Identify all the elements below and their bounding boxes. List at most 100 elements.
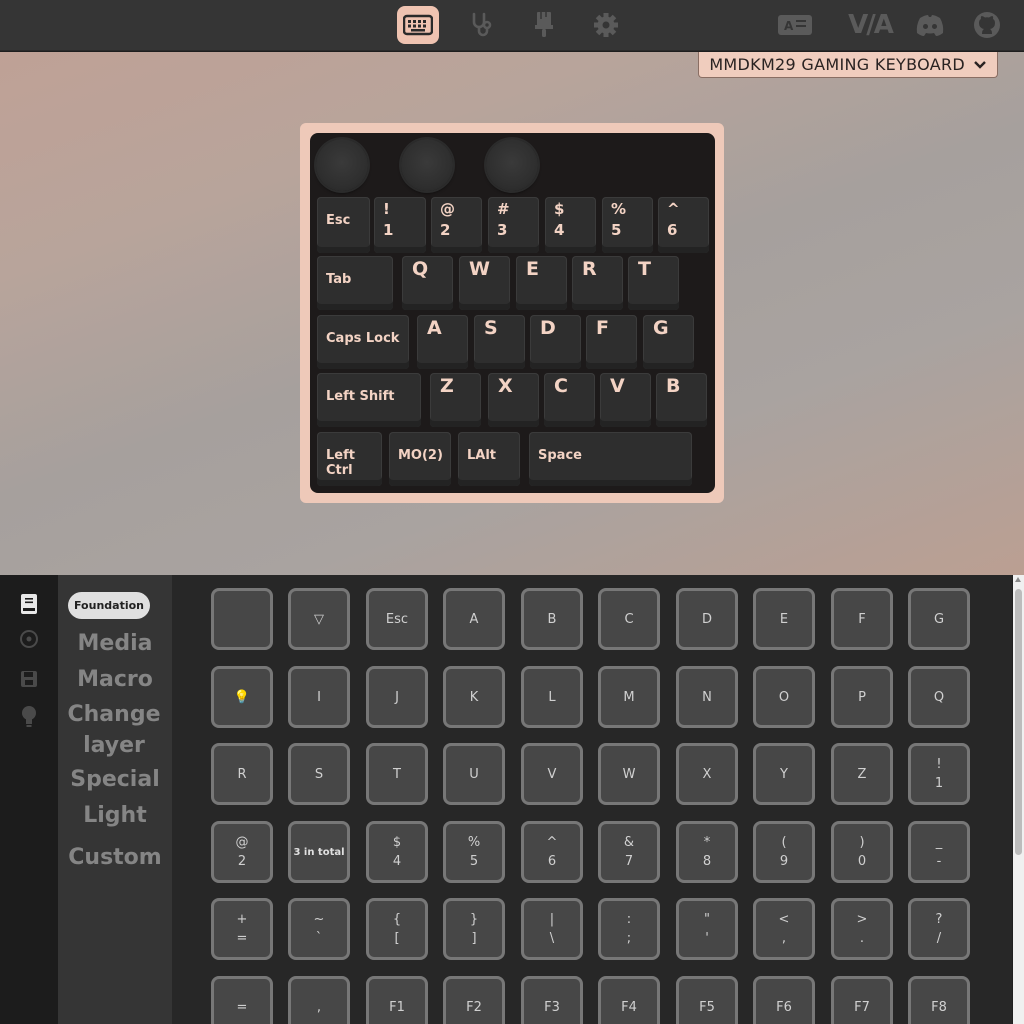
keycode-button[interactable]: P <box>831 666 893 728</box>
keycode-button[interactable]: + = <box>211 898 273 960</box>
scroll-up-arrow[interactable] <box>1015 577 1021 582</box>
keycode-button[interactable]: {[ <box>366 898 428 960</box>
keyboard-key[interactable]: Caps Lock <box>317 315 409 369</box>
keycode-button[interactable]: ▽ <box>288 588 350 650</box>
keyboard-key[interactable]: Q <box>402 256 453 310</box>
keycode-button[interactable]: ~ ` <box>288 898 350 960</box>
keyboard-key[interactable]: ^ 6 <box>658 197 709 253</box>
keycode-button[interactable]: $4 <box>366 821 428 883</box>
keycode-button[interactable]: <, <box>753 898 815 960</box>
keyboard-key[interactable]: V <box>600 373 651 427</box>
category-special[interactable]: Special <box>58 764 172 795</box>
keycode-button[interactable]: D <box>676 588 738 650</box>
save-icon[interactable] <box>17 667 41 691</box>
keycode-button[interactable]: % 5 <box>443 821 505 883</box>
keycode-button[interactable]: Q <box>908 666 970 728</box>
language-icon[interactable]: A <box>776 9 814 41</box>
keycode-button[interactable]: X <box>676 743 738 805</box>
keycode-button[interactable]: ? / <box>908 898 970 960</box>
keycode-button[interactable]: C <box>598 588 660 650</box>
keyboard-key[interactable]: R <box>572 256 623 310</box>
keyboard-key[interactable]: A <box>417 315 468 369</box>
keycode-button[interactable]: Y <box>753 743 815 805</box>
keycode-button[interactable]: }] <box>443 898 505 960</box>
keycode-button[interactable]: , <box>288 976 350 1024</box>
keycode-button[interactable]: K <box>443 666 505 728</box>
keycode-button[interactable]: F6 <box>753 976 815 1024</box>
keycode-button[interactable]: _ - <box>908 821 970 883</box>
book-icon[interactable] <box>17 592 41 616</box>
keyboard-key[interactable]: Space <box>529 432 692 486</box>
keyboard-key[interactable]: ! 1 <box>374 197 426 253</box>
keycode-button[interactable]: V <box>521 743 583 805</box>
keyboard-key[interactable]: D <box>530 315 581 369</box>
keyboard-key[interactable]: Tab <box>317 256 393 310</box>
keycode-button[interactable]: G <box>908 588 970 650</box>
keycode-button[interactable]: N <box>676 666 738 728</box>
keycode-button[interactable]: Z <box>831 743 893 805</box>
keycode-button[interactable]: ! 1 <box>908 743 970 805</box>
category-change-layer[interactable]: Change layer <box>58 699 170 761</box>
category-macro[interactable]: Macro <box>58 664 172 695</box>
stethoscope-icon[interactable] <box>460 6 502 44</box>
keycode-button[interactable]: A <box>443 588 505 650</box>
keycode-button[interactable]: B <box>521 588 583 650</box>
via-logo-icon[interactable]: V/A <box>848 9 894 41</box>
keycode-button[interactable]: & 7 <box>598 821 660 883</box>
keycode-button[interactable]: F5 <box>676 976 738 1024</box>
keyboard-key[interactable]: S <box>474 315 525 369</box>
keycode-button[interactable]: F <box>831 588 893 650</box>
category-custom[interactable]: Custom <box>58 842 172 873</box>
keycode-button[interactable]: R <box>211 743 273 805</box>
keycode-button[interactable]: 💡 <box>211 666 273 728</box>
github-icon[interactable] <box>972 9 1002 41</box>
keyboard-key[interactable]: B <box>656 373 707 427</box>
keycode-button[interactable]: 3 in total <box>288 821 350 883</box>
scroll-thumb[interactable] <box>1015 589 1022 855</box>
keycode-button[interactable]: F8 <box>908 976 970 1024</box>
keyboard-key[interactable]: X <box>488 373 539 427</box>
keyboard-key[interactable]: $4 <box>545 197 596 253</box>
keycode-button[interactable]: F3 <box>521 976 583 1024</box>
keyboard-icon[interactable] <box>397 6 439 44</box>
keycode-button[interactable]: O <box>753 666 815 728</box>
keyboard-key[interactable]: F <box>586 315 637 369</box>
keyboard-key[interactable]: Esc <box>317 197 370 253</box>
keycode-button[interactable]: :; <box>598 898 660 960</box>
keycode-button[interactable]: Esc <box>366 588 428 650</box>
category-foundation[interactable]: Foundation <box>68 592 150 619</box>
keycode-button[interactable]: L <box>521 666 583 728</box>
keyboard-key[interactable]: Left Ctrl <box>317 432 382 486</box>
keycode-button[interactable]: >. <box>831 898 893 960</box>
brush-icon[interactable] <box>523 6 565 44</box>
keycode-button[interactable]: F2 <box>443 976 505 1024</box>
keycode-button[interactable]: S <box>288 743 350 805</box>
keycode-button[interactable]: * 8 <box>676 821 738 883</box>
rotary-knob[interactable] <box>316 139 368 191</box>
keyboard-key[interactable]: W <box>459 256 510 310</box>
keycode-button[interactable]: E <box>753 588 815 650</box>
keycode-button[interactable]: F7 <box>831 976 893 1024</box>
keycode-button[interactable]: ) 0 <box>831 821 893 883</box>
keycode-button[interactable]: ^ 6 <box>521 821 583 883</box>
scrollbar[interactable] <box>1013 575 1024 1024</box>
keyboard-selector[interactable]: MMDKM29 GAMING KEYBOARD <box>698 52 998 78</box>
keyboard-key[interactable]: E <box>516 256 567 310</box>
keycode-button[interactable]: I <box>288 666 350 728</box>
rotary-knob[interactable] <box>486 139 538 191</box>
keycode-button[interactable]: J <box>366 666 428 728</box>
category-media[interactable]: Media <box>58 628 172 659</box>
category-light[interactable]: Light <box>58 800 172 831</box>
keyboard-key[interactable]: Left Shift <box>317 373 421 427</box>
keycode-button[interactable]: M <box>598 666 660 728</box>
discord-icon[interactable] <box>914 9 946 41</box>
lightbulb-icon[interactable] <box>17 705 41 729</box>
keycode-button[interactable]: = <box>211 976 273 1024</box>
keyboard-key[interactable]: % 5 <box>602 197 653 253</box>
keyboard-key[interactable]: Z <box>430 373 481 427</box>
keyboard-key[interactable]: T <box>628 256 679 310</box>
rotary-knob[interactable] <box>401 139 453 191</box>
circle-dot-icon[interactable] <box>17 627 41 651</box>
keyboard-key[interactable]: #3 <box>488 197 539 253</box>
gear-icon[interactable] <box>585 6 627 44</box>
